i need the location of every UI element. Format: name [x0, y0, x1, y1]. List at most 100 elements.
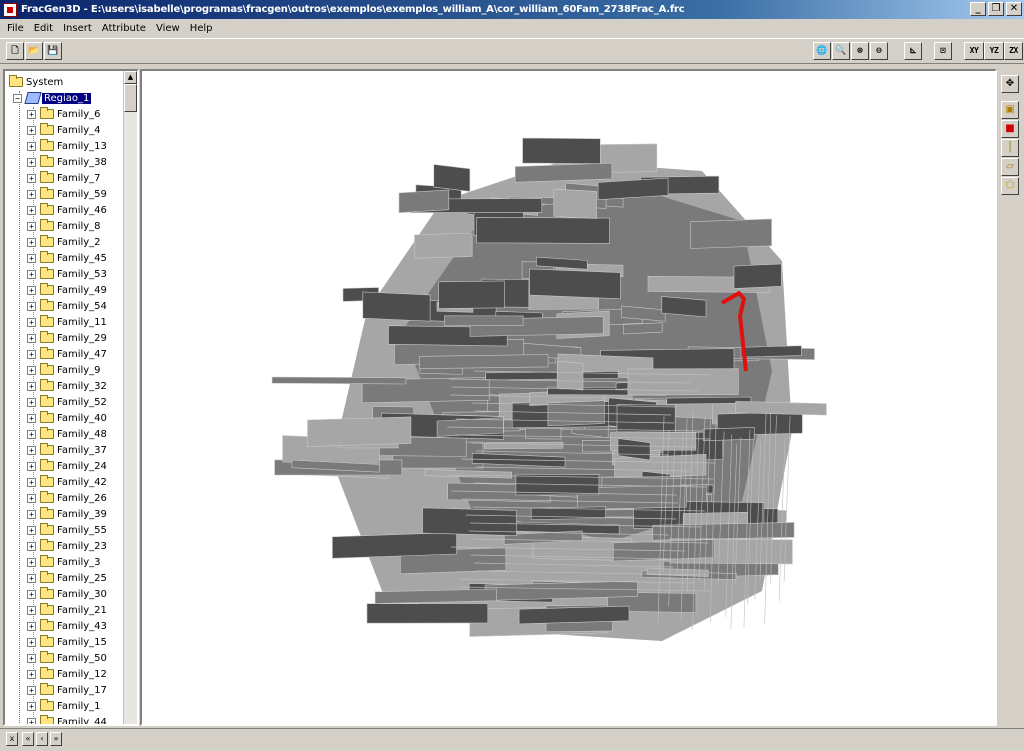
- tree-family-item[interactable]: + Family_13: [27, 138, 107, 154]
- polygon-icon[interactable]: ⬠: [1001, 177, 1019, 195]
- tree-family-item[interactable]: + Family_45: [27, 250, 107, 266]
- tree-family-item[interactable]: + Family_4: [27, 122, 101, 138]
- expand-toggle-icon[interactable]: +: [27, 237, 36, 247]
- tree-family-item[interactable]: + Family_30: [27, 586, 107, 602]
- expand-toggle-icon[interactable]: +: [27, 141, 36, 151]
- box-icon[interactable]: ▣: [1001, 101, 1019, 119]
- tree-family-item[interactable]: + Family_7: [27, 170, 101, 186]
- expand-toggle-icon[interactable]: +: [27, 269, 36, 279]
- expand-toggle-icon[interactable]: +: [27, 125, 36, 135]
- expand-toggle-icon[interactable]: +: [27, 285, 36, 295]
- expand-toggle-icon[interactable]: +: [27, 653, 36, 663]
- tree-family-item[interactable]: + Family_53: [27, 266, 107, 282]
- expand-toggle-icon[interactable]: +: [27, 445, 36, 455]
- expand-toggle-icon[interactable]: +: [27, 669, 36, 679]
- nav-close-button[interactable]: x: [6, 732, 18, 746]
- tree-family-item[interactable]: + Family_39: [27, 506, 107, 522]
- tree-family-item[interactable]: + Family_21: [27, 602, 107, 618]
- expand-toggle-icon[interactable]: +: [27, 621, 36, 631]
- expand-toggle-icon[interactable]: +: [27, 605, 36, 615]
- tree-family-item[interactable]: + Family_37: [27, 442, 107, 458]
- expand-toggle-icon[interactable]: +: [27, 685, 36, 695]
- tree-family-item[interactable]: + Family_3: [27, 554, 101, 570]
- restore-button[interactable]: ❐: [988, 2, 1004, 16]
- view-yz-button[interactable]: YZ: [984, 42, 1004, 60]
- expand-toggle-icon[interactable]: +: [27, 189, 36, 199]
- menu-insert[interactable]: Insert: [58, 23, 97, 34]
- expand-toggle-icon[interactable]: +: [27, 637, 36, 647]
- expand-toggle-icon[interactable]: +: [27, 317, 36, 327]
- globe-icon[interactable]: 🌐: [813, 42, 831, 60]
- expand-toggle-icon[interactable]: +: [27, 365, 36, 375]
- view-zx-button[interactable]: ZX: [1004, 42, 1023, 60]
- tree-family-item[interactable]: + Family_6: [27, 106, 101, 122]
- fit-view-icon[interactable]: ⊡: [934, 42, 952, 60]
- axes-icon[interactable]: ⊾: [904, 42, 922, 60]
- expand-toggle-icon[interactable]: +: [27, 493, 36, 503]
- expand-toggle-icon[interactable]: +: [27, 509, 36, 519]
- expand-toggle-icon[interactable]: +: [27, 429, 36, 439]
- tree-family-item[interactable]: + Family_59: [27, 186, 107, 202]
- expand-toggle-icon[interactable]: +: [27, 221, 36, 231]
- red-box-icon[interactable]: ■: [1001, 120, 1019, 138]
- save-disk-icon[interactable]: 💾: [44, 42, 62, 60]
- tree-region-node[interactable]: − Regiao_1: [13, 90, 93, 106]
- tree-family-item[interactable]: + Family_24: [27, 458, 107, 474]
- expand-toggle-icon[interactable]: +: [27, 413, 36, 423]
- tree-family-item[interactable]: + Family_46: [27, 202, 107, 218]
- tree-family-item[interactable]: + Family_43: [27, 618, 107, 634]
- tree-family-item[interactable]: + Family_29: [27, 330, 107, 346]
- 3d-viewport[interactable]: [140, 69, 997, 726]
- tree-family-item[interactable]: + Family_42: [27, 474, 107, 490]
- expand-toggle-icon[interactable]: +: [27, 205, 36, 215]
- nav-prev-button[interactable]: ‹: [36, 732, 48, 746]
- tree-family-item[interactable]: + Family_32: [27, 378, 107, 394]
- tree-family-item[interactable]: + Family_49: [27, 282, 107, 298]
- tree-family-item[interactable]: + Family_48: [27, 426, 107, 442]
- menu-edit[interactable]: Edit: [29, 23, 58, 34]
- expand-toggle-icon[interactable]: +: [27, 397, 36, 407]
- menu-file[interactable]: File: [2, 23, 29, 34]
- tree-family-item[interactable]: + Family_44: [27, 714, 107, 724]
- expand-toggle-icon[interactable]: +: [27, 701, 36, 711]
- expand-toggle-icon[interactable]: +: [27, 349, 36, 359]
- scroll-up-arrow-icon[interactable]: ▲: [124, 71, 137, 84]
- open-folder-icon[interactable]: 📂: [25, 42, 43, 60]
- expand-toggle-icon[interactable]: +: [27, 717, 36, 724]
- collapse-toggle-icon[interactable]: −: [13, 93, 22, 103]
- expand-toggle-icon[interactable]: +: [27, 253, 36, 263]
- tree-family-item[interactable]: + Family_17: [27, 682, 107, 698]
- tree-family-item[interactable]: + Family_25: [27, 570, 107, 586]
- tree-family-item[interactable]: + Family_54: [27, 298, 107, 314]
- tree-family-item[interactable]: + Family_55: [27, 522, 107, 538]
- nav-last-button[interactable]: »: [50, 732, 62, 746]
- tree-family-item[interactable]: + Family_15: [27, 634, 107, 650]
- expand-toggle-icon[interactable]: +: [27, 381, 36, 391]
- menu-attribute[interactable]: Attribute: [97, 23, 151, 34]
- tree-family-item[interactable]: + Family_2: [27, 234, 101, 250]
- close-button[interactable]: ✕: [1006, 2, 1022, 16]
- tree-family-item[interactable]: + Family_12: [27, 666, 107, 682]
- minimize-button[interactable]: _: [970, 2, 986, 16]
- menu-help[interactable]: Help: [185, 23, 218, 34]
- tree-root-system[interactable]: System: [9, 74, 63, 90]
- zoom-icon[interactable]: 🔍: [832, 42, 850, 60]
- expand-toggle-icon[interactable]: +: [27, 573, 36, 583]
- menu-view[interactable]: View: [151, 23, 185, 34]
- well-line-icon[interactable]: │: [1001, 139, 1019, 157]
- expand-toggle-icon[interactable]: +: [27, 557, 36, 567]
- expand-toggle-icon[interactable]: +: [27, 109, 36, 119]
- expand-toggle-icon[interactable]: +: [27, 173, 36, 183]
- scroll-thumb[interactable]: [124, 84, 137, 112]
- tree-family-item[interactable]: + Family_8: [27, 218, 101, 234]
- tree-family-item[interactable]: + Family_1: [27, 698, 101, 714]
- tree-family-item[interactable]: + Family_9: [27, 362, 101, 378]
- expand-toggle-icon[interactable]: +: [27, 525, 36, 535]
- tree-family-item[interactable]: + Family_40: [27, 410, 107, 426]
- object-tree-panel[interactable]: System − Regiao_1 + Family_6 + Family_4 + Fam…: [3, 69, 139, 726]
- expand-toggle-icon[interactable]: +: [27, 301, 36, 311]
- tree-family-item[interactable]: + Family_47: [27, 346, 107, 362]
- expand-toggle-icon[interactable]: +: [27, 333, 36, 343]
- expand-toggle-icon[interactable]: +: [27, 477, 36, 487]
- view-xy-button[interactable]: XY: [964, 42, 984, 60]
